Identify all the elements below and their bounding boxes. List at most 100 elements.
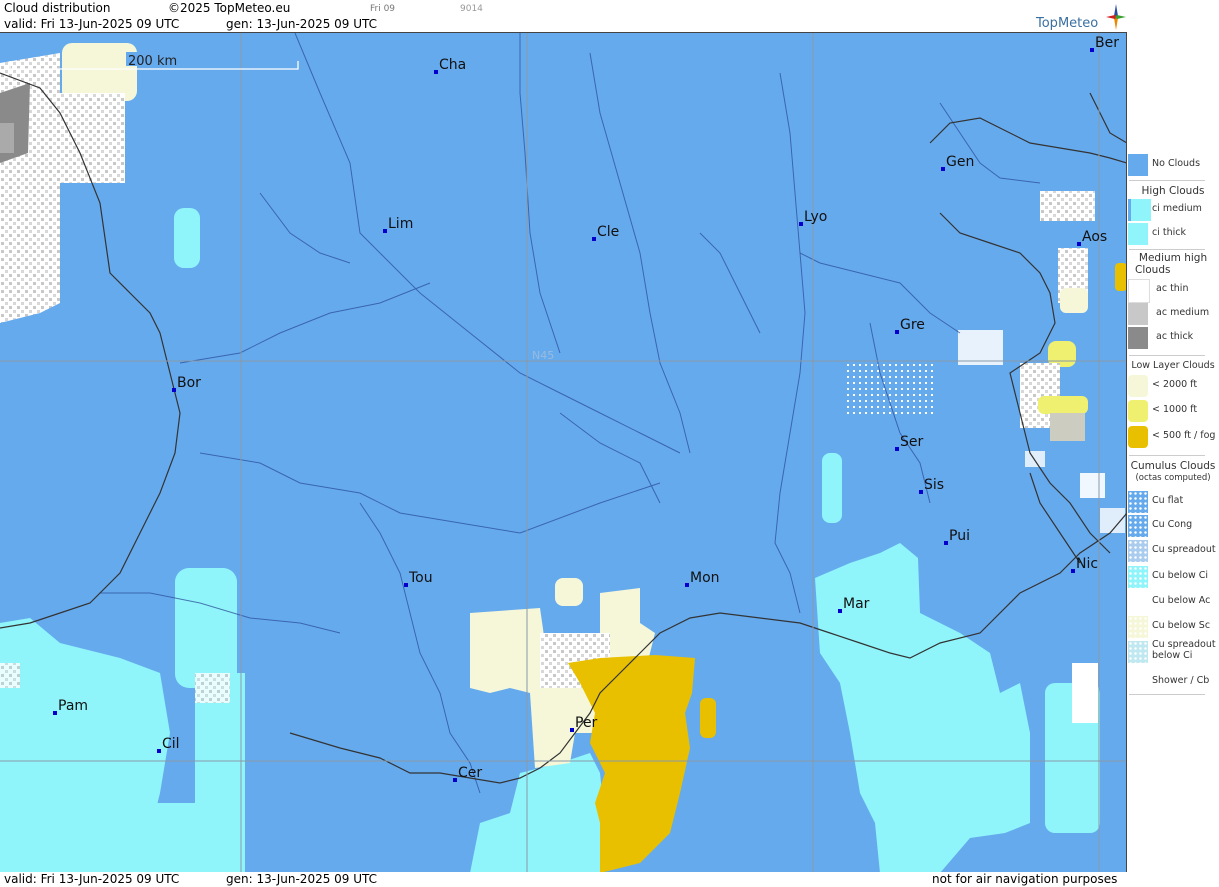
legend-cu-item: Cu spreadout xyxy=(1128,539,1216,563)
city-label-lyo: Lyo xyxy=(804,209,827,225)
legend-heading-high: High Clouds xyxy=(1141,185,1205,197)
legend-label: Shower / Cb xyxy=(1152,675,1210,686)
scale-label: 200 km xyxy=(128,54,177,69)
legend-swatch xyxy=(1128,566,1148,588)
legend-label: ci medium xyxy=(1152,203,1202,214)
city-marker-nic xyxy=(1071,569,1075,573)
legend-label: Cu spreadout xyxy=(1152,639,1216,650)
legend-heading-medium-1: Medium high xyxy=(1138,252,1208,264)
legend-label: < 2000 ft xyxy=(1152,379,1198,390)
valid-time: valid: Fri 13-Jun-2025 09 UTC xyxy=(4,17,180,31)
compass-icon xyxy=(1106,4,1126,30)
city-label-sis: Sis xyxy=(924,477,944,493)
legend-swatch xyxy=(1128,223,1148,245)
city-label-mar: Mar xyxy=(843,596,870,612)
generated-time: gen: 13-Jun-2025 09 UTC xyxy=(226,17,378,31)
legend-swatch xyxy=(1128,515,1148,537)
legend-swatch xyxy=(1128,591,1148,613)
legend-divider xyxy=(1129,355,1205,356)
legend-label: ac thin xyxy=(1156,283,1189,294)
gridline-label: N45 xyxy=(532,349,554,362)
city-label-per: Per xyxy=(575,715,598,731)
legend-panel: No Clouds High Clouds ci medium ci thick… xyxy=(1127,0,1219,887)
city-marker-lim xyxy=(383,229,387,233)
copyright-text: ©2025 TopMeteo.eu xyxy=(168,1,291,15)
legend-swatch xyxy=(1128,375,1148,397)
disclaimer: not for air navigation purposes xyxy=(932,872,1118,886)
legend-cu-item: Cu Cong xyxy=(1128,514,1206,538)
city-label-ser: Ser xyxy=(900,434,924,450)
legend-cu-item: Cu below Sc xyxy=(1128,615,1210,639)
city-label-ber: Ber xyxy=(1095,35,1119,51)
legend-low-1000: < 1000 ft xyxy=(1128,399,1206,423)
legend-cu-item: Cu spreadout below Ci xyxy=(1128,639,1216,664)
city-marker-gen xyxy=(941,167,945,171)
legend-cu-item: Cu below Ac xyxy=(1128,590,1210,614)
footer-generated-time: gen: 13-Jun-2025 09 UTC xyxy=(226,872,378,886)
frame-code: 9014 xyxy=(460,4,483,14)
legend-label: ac medium xyxy=(1156,307,1210,318)
city-label-bor: Bor xyxy=(177,375,201,391)
city-marker-pam xyxy=(53,711,57,715)
footer-bar: valid: Fri 13-Jun-2025 09 UTC gen: 13-Ju… xyxy=(0,872,1127,887)
legend-swatch xyxy=(1128,671,1148,693)
legend-label: Cu Cong xyxy=(1152,519,1193,530)
legend-swatch xyxy=(1128,199,1151,221)
city-marker-mon xyxy=(685,583,689,587)
city-marker-ber xyxy=(1090,48,1094,52)
city-label-pam: Pam xyxy=(58,698,88,714)
city-marker-aos xyxy=(1077,242,1081,246)
legend-label: below Ci xyxy=(1152,650,1193,661)
city-marker-tou xyxy=(404,583,408,587)
city-marker-ser xyxy=(895,447,899,451)
legend-cu-item: Cu flat xyxy=(1128,490,1206,514)
city-label-gre: Gre xyxy=(900,317,925,333)
footer-valid-time: valid: Fri 13-Jun-2025 09 UTC xyxy=(4,872,180,886)
legend-ci-thick: ci thick xyxy=(1128,222,1206,246)
city-marker-pui xyxy=(944,541,948,545)
city-label-aos: Aos xyxy=(1082,229,1107,245)
city-marker-sis xyxy=(919,490,923,494)
legend-heading-medium-2: Clouds xyxy=(1135,264,1171,276)
city-label-gen: Gen xyxy=(946,154,974,170)
city-marker-gre xyxy=(895,330,899,334)
cloud-map[interactable]: 200 km N45 Cha Ber Gen Lim Cle Lyo Aos Gre Bor Se… xyxy=(0,32,1127,872)
topmeteo-logo[interactable]: TopMeteo xyxy=(1036,2,1126,32)
city-marker-cle xyxy=(592,237,596,241)
legend-swatch xyxy=(1128,616,1148,638)
frame-label: Fri 09 xyxy=(370,4,396,14)
legend-swatch xyxy=(1128,426,1148,448)
city-marker-lyo xyxy=(799,222,803,226)
legend-label: No Clouds xyxy=(1152,158,1201,169)
map-title: Cloud distribution xyxy=(4,1,111,15)
city-marker-per xyxy=(570,728,574,732)
brand-name: TopMeteo xyxy=(1036,16,1099,31)
legend-fog: < 500 ft / fog xyxy=(1128,425,1215,449)
city-label-pui: Pui xyxy=(949,528,970,544)
city-label-cer: Cer xyxy=(458,765,482,781)
legend-label: Cu below Ac xyxy=(1152,595,1211,606)
city-label-cha: Cha xyxy=(439,57,466,73)
city-label-mon: Mon xyxy=(690,570,720,586)
city-marker-cha xyxy=(434,70,438,74)
sw-ac xyxy=(195,673,230,703)
legend-label: < 500 ft / fog xyxy=(1152,430,1216,441)
legend-label: < 1000 ft xyxy=(1152,404,1198,415)
legend-label: ci thick xyxy=(1152,227,1186,238)
legend-heading-cu-1: Cumulus Clouds xyxy=(1130,460,1216,472)
map-canvas: 200 km N45 Cha Ber Gen Lim Cle Lyo Aos Gre Bor Se… xyxy=(0,33,1126,872)
city-label-cil: Cil xyxy=(162,736,180,752)
legend-heading-low: Low Layer Clouds xyxy=(1131,360,1215,371)
city-label-nic: Nic xyxy=(1076,556,1098,572)
legend-no-clouds: No Clouds xyxy=(1128,153,1206,177)
city-marker-mar xyxy=(838,609,842,613)
city-marker-bor xyxy=(172,388,176,392)
legend-swatch xyxy=(1128,154,1148,176)
legend-swatch xyxy=(1128,279,1150,303)
city-label-lim: Lim xyxy=(388,216,413,232)
legend-ci-medium: ci medium xyxy=(1128,198,1206,222)
legend-cu-item: Cu below Ci xyxy=(1128,565,1209,589)
legend-label: Cu below Ci xyxy=(1152,570,1209,581)
city-label-cle: Cle xyxy=(597,224,619,240)
legend-divider xyxy=(1129,249,1205,250)
